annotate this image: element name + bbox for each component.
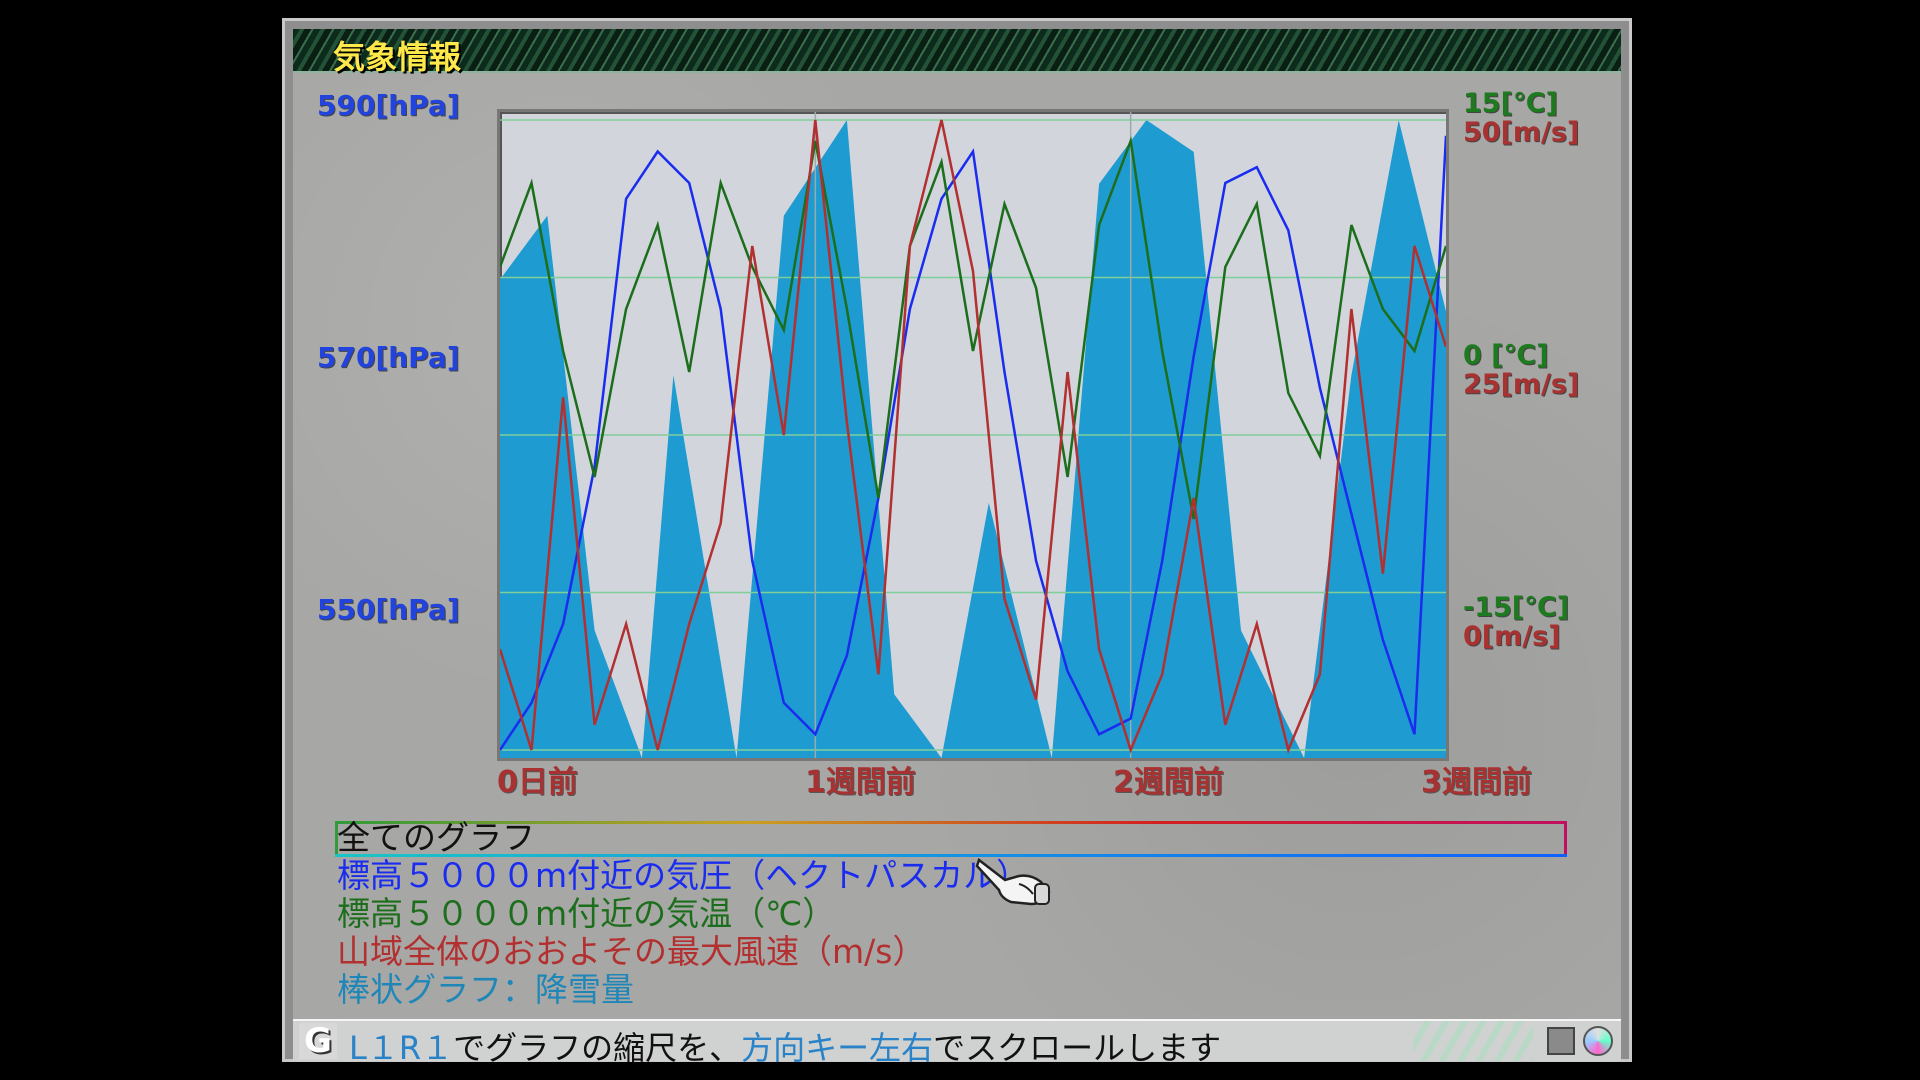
- title-bar: 気象情報: [293, 29, 1621, 76]
- pressure-axis-top: 590[hPa]: [317, 89, 460, 122]
- pressure-axis-bottom: 550[hPa]: [317, 593, 460, 626]
- help-keys: 方向キー左右: [741, 1029, 934, 1067]
- legend-temperature[interactable]: 標高５０００m付近の気温（℃）: [337, 895, 835, 933]
- x-label-3: 3週間前: [1421, 765, 1532, 800]
- wind-axis-top: 50[m/s]: [1463, 117, 1580, 148]
- help-text-2: でスクロールします: [933, 1029, 1222, 1067]
- temp-axis-bottom: -15[℃]: [1463, 592, 1570, 623]
- chart-svg: [500, 112, 1446, 758]
- right-axis-bottom: -15[℃] 0[m/s]: [1463, 593, 1569, 651]
- snowfall-area: [500, 120, 1446, 758]
- legend-all-graphs[interactable]: 全てのグラフ: [337, 819, 535, 857]
- x-label-2: 2週間前: [1113, 765, 1224, 800]
- x-label-1: 1週間前: [805, 765, 916, 800]
- legend-pressure[interactable]: 標高５０００m付近の気圧（ヘクトパスカル）: [337, 857, 1029, 895]
- temp-axis-mid: 0 [℃]: [1463, 340, 1549, 371]
- temp-series-line: [500, 136, 1446, 520]
- save-icon[interactable]: [1547, 1027, 1575, 1055]
- right-axis-mid: 0 [℃] 25[m/s]: [1463, 341, 1579, 399]
- status-decoration: [1413, 1021, 1533, 1061]
- legend-snowfall[interactable]: 棒状グラフ：降雪量: [337, 971, 634, 1009]
- window-frame: 気象情報 590[hPa] 570[hPa] 550[hPa] 15[℃] 50…: [282, 18, 1632, 1067]
- wind-axis-mid: 25[m/s]: [1463, 369, 1580, 400]
- status-bar: G L１R１でグラフの縮尺を、方向キー左右でスクロールします: [293, 1019, 1621, 1067]
- window-title: 気象情報: [333, 38, 462, 76]
- temp-axis-top: 15[℃]: [1463, 88, 1558, 119]
- legend-wind[interactable]: 山域全体のおおよその最大風速（m/s）: [337, 933, 925, 971]
- help-text-1: でグラフの縮尺を、: [453, 1029, 742, 1067]
- x-label-0: 0日前: [497, 765, 578, 800]
- wind-axis-bottom: 0[m/s]: [1463, 621, 1561, 652]
- disc-icon[interactable]: [1583, 1026, 1613, 1056]
- g-button-icon: G: [299, 1023, 337, 1059]
- help-text: L１R１でグラフの縮尺を、方向キー左右でスクロールします: [349, 1023, 1221, 1069]
- help-buttons: L１R１: [349, 1029, 454, 1067]
- hand-cursor-icon: [975, 857, 1051, 906]
- weather-chart[interactable]: [497, 109, 1449, 761]
- right-axis-top: 15[℃] 50[m/s]: [1463, 89, 1579, 147]
- pressure-axis-mid: 570[hPa]: [317, 341, 460, 374]
